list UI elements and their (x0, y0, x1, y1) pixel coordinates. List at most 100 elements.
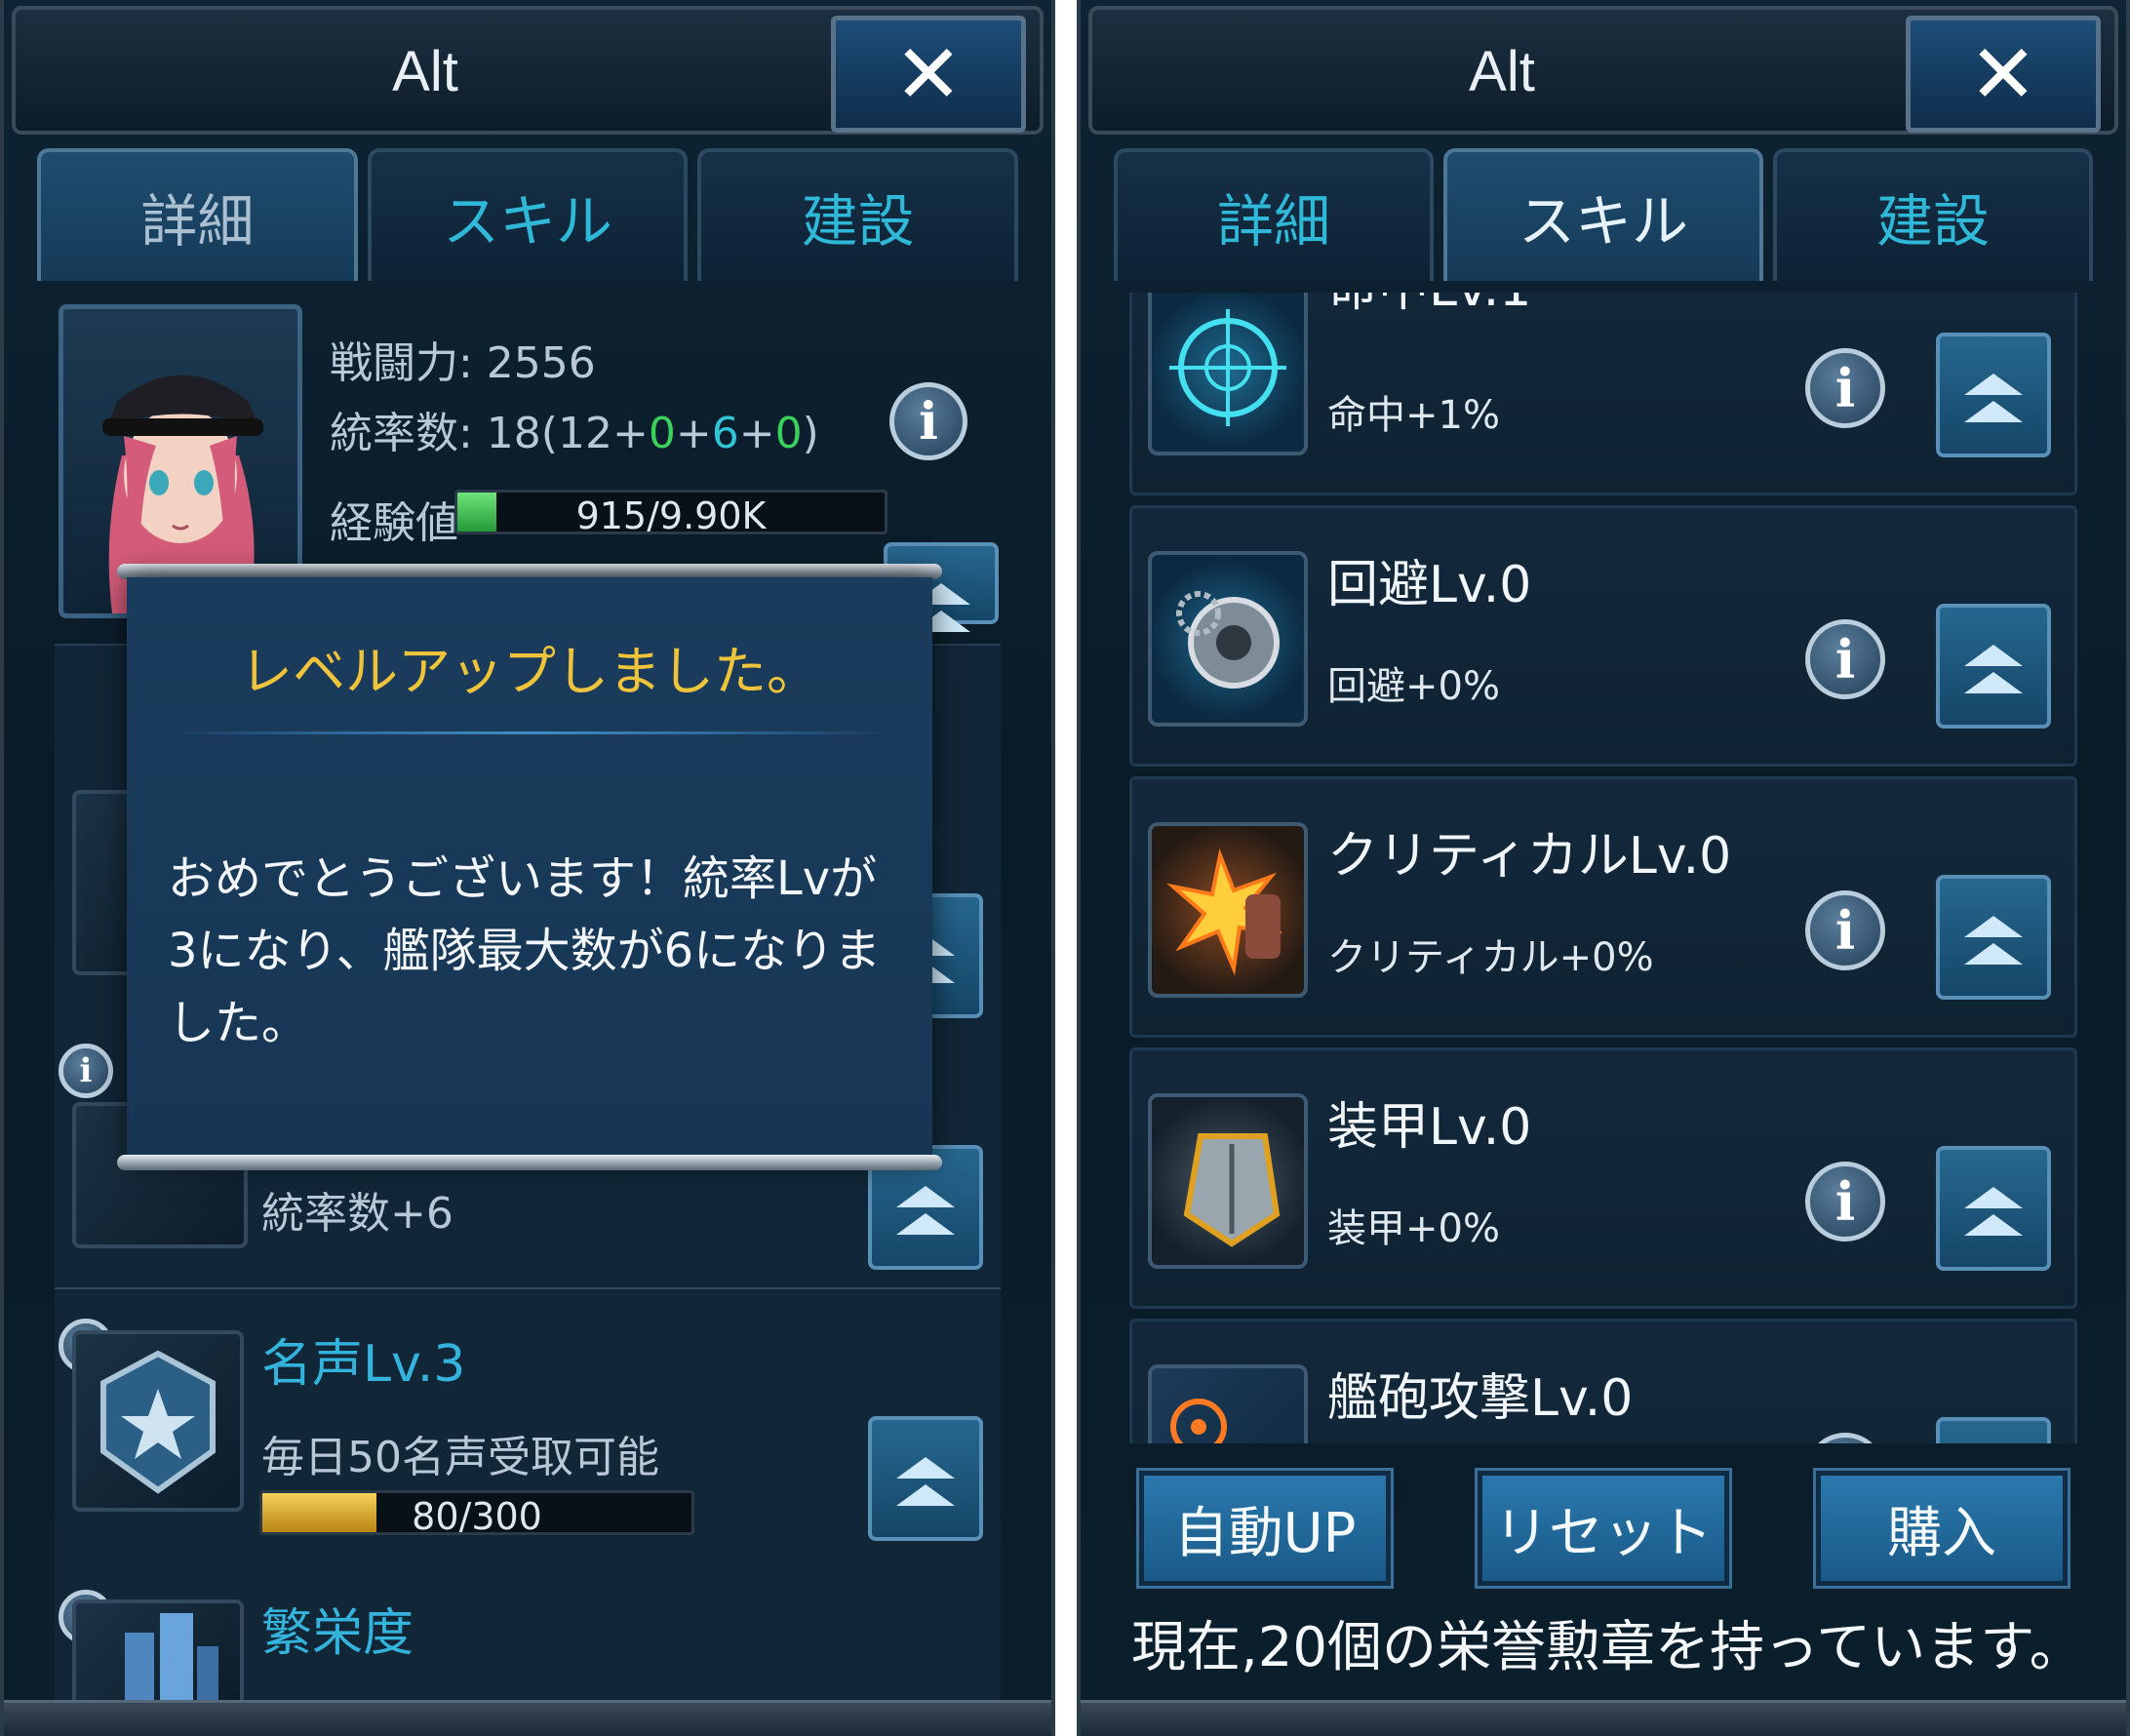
close-icon: ✕ (1968, 26, 2038, 122)
action-bar: 自動UP リセット 購入 (1120, 1468, 2087, 1589)
info-icon[interactable]: i (1805, 348, 1885, 428)
exp-progress-bar: 915/9.90K (454, 490, 888, 534)
tab-label: 建設 (801, 188, 915, 255)
info-glyph: i (1834, 357, 1856, 419)
skill-card: 艦砲攻撃Lv.0 i (1129, 1319, 2077, 1443)
level-up-dialog[interactable]: レベルアップしました。 おめでとうございます！統率Lvが3になり、艦隊最大数が6… (127, 577, 932, 1163)
skill-name: 装甲Lv.0 (1327, 1098, 1532, 1157)
tab-details[interactable]: 詳細 (1114, 148, 1434, 281)
tab-bar: 詳細 スキル 建設 (37, 148, 1019, 281)
medal-count-status: 現在,20個の栄誉勲章を持っています。 (1131, 1616, 2084, 1679)
info-glyph: i (919, 391, 938, 452)
command-skill-effect: 統率数+6 (261, 1178, 454, 1241)
frame-bottom (4, 1700, 1051, 1736)
skill-up-button[interactable] (1936, 1417, 2051, 1443)
skill-effect: 装甲+0% (1327, 1206, 1500, 1251)
info-glyph: i (1834, 899, 1856, 962)
buy-button[interactable]: 購入 (1813, 1468, 2071, 1589)
fame-skill-icon-box (72, 1330, 244, 1512)
window-title: Alt (1469, 40, 1535, 103)
effect-value: 6 (425, 1189, 454, 1239)
command-plus: + (675, 409, 712, 458)
skill-up-button[interactable] (1936, 1146, 2051, 1271)
command-bonus-2: 6 (711, 409, 739, 458)
tab-build[interactable]: 建設 (1773, 148, 2093, 281)
tab-label: スキル (1518, 188, 1688, 255)
gear-icon (1148, 551, 1308, 727)
command-prefix: 統率数: 18(12+ (330, 409, 649, 458)
tab-label: 詳細 (1216, 188, 1330, 255)
skill-effect: クリティカル+0% (1327, 935, 1654, 980)
effect-prefix: 統率数+ (261, 1189, 426, 1239)
info-icon[interactable]: i (59, 1044, 113, 1098)
cannon-target-icon (1148, 1364, 1308, 1443)
profile-panel-skills: Alt ✕ 詳細 スキル 建設 命中Lv.1 命中+1% i 回避Lv.0 回避… (1077, 0, 2130, 1736)
command-count: 統率数: 18(12+0+6+0) (330, 398, 819, 460)
tab-bar: 詳細 スキル 建設 (1114, 148, 2093, 281)
close-icon: ✕ (893, 26, 964, 122)
tab-build[interactable]: 建設 (697, 148, 1019, 281)
title-bar: Alt ✕ (1088, 6, 2118, 135)
command-bonus-1: 0 (648, 409, 676, 458)
exp-progress-text: 915/9.90K (575, 494, 767, 534)
dialog-message: おめでとうございます！統率Lvが3になり、艦隊最大数が6になりました。 (168, 851, 882, 1050)
info-icon[interactable]: i (1805, 890, 1885, 970)
profile-panel-details: Alt ✕ 詳細 スキル 建設 戦闘力: 2556 統率数: 18(12+0+6… (0, 0, 1055, 1736)
crosshair-icon (1148, 293, 1308, 455)
prosperity-skill-icon-box (72, 1599, 244, 1707)
exp-label: 経験値 (330, 498, 458, 548)
info-icon[interactable]: i (1805, 1162, 1885, 1242)
command-bonus-3: 0 (774, 409, 803, 458)
info-icon[interactable]: i (1805, 1433, 1885, 1443)
fame-skill-name: 名声Lv.3 (261, 1335, 466, 1394)
fame-progress-text: 80/300 (412, 1495, 542, 1535)
skill-name: クリティカルLv.0 (1327, 827, 1732, 886)
skill-name: 艦砲攻撃Lv.0 (1327, 1369, 1634, 1428)
command-plus: + (738, 409, 775, 458)
armor-icon (1148, 1093, 1308, 1269)
skill-up-button[interactable] (1936, 333, 2051, 457)
dialog-title: レベルアップしました。 (240, 641, 819, 702)
fame-skill-effect: 毎日50名声受取可能 (261, 1433, 659, 1482)
fame-progress-bar: 80/300 (259, 1490, 694, 1535)
skill-card: 命中Lv.1 命中+1% i (1129, 293, 2077, 495)
tab-details[interactable]: 詳細 (37, 148, 358, 281)
popup-bottom-rod (117, 1155, 942, 1170)
skill-card: クリティカルLv.0 クリティカル+0% i (1129, 776, 2077, 1038)
fame-skill-up-button[interactable] (868, 1416, 983, 1541)
skill-name: 命中Lv.1 (1327, 293, 1531, 320)
explosion-icon (1148, 822, 1308, 998)
info-glyph: i (1835, 1441, 1856, 1443)
info-icon[interactable]: i (1805, 619, 1885, 699)
info-glyph: i (1834, 1170, 1856, 1233)
skill-card: 回避Lv.0 回避+0% i (1129, 505, 2077, 767)
skill-effect: 回避+0% (1327, 664, 1500, 709)
info-glyph: i (1834, 628, 1856, 690)
skill-up-button[interactable] (1936, 604, 2051, 729)
tab-label: スキル (443, 188, 613, 255)
skill-effect: 命中+1% (1327, 393, 1500, 438)
close-button[interactable]: ✕ (831, 16, 1026, 133)
reset-button[interactable]: リセット (1475, 1468, 1732, 1589)
skill-up-button[interactable] (1936, 875, 2051, 1000)
frame-bottom (1081, 1700, 2126, 1736)
command-suffix: ) (802, 409, 819, 458)
prosperity-skill-name: 繁栄度 (261, 1604, 414, 1663)
combat-power: 戦闘力: 2556 (330, 338, 596, 388)
window-title: Alt (392, 40, 458, 103)
info-icon[interactable]: i (889, 382, 967, 460)
tab-label: 建設 (1875, 188, 1990, 255)
building-icon (125, 1613, 218, 1701)
skill-name: 回避Lv.0 (1327, 556, 1532, 614)
tab-label: 詳細 (140, 188, 255, 255)
info-glyph: i (79, 1051, 93, 1090)
auto-up-button[interactable]: 自動UP (1136, 1468, 1394, 1589)
dialog-divider (166, 731, 893, 734)
skill-card: 装甲Lv.0 装甲+0% i (1129, 1047, 2077, 1309)
tab-skills[interactable]: スキル (367, 148, 689, 281)
close-button[interactable]: ✕ (1906, 16, 2101, 133)
shield-star-icon (100, 1350, 216, 1494)
title-bar: Alt ✕ (12, 6, 1044, 135)
skill-list[interactable]: 命中Lv.1 命中+1% i 回避Lv.0 回避+0% i クリティカルLv.0… (1129, 293, 2077, 1443)
tab-skills[interactable]: スキル (1443, 148, 1763, 281)
